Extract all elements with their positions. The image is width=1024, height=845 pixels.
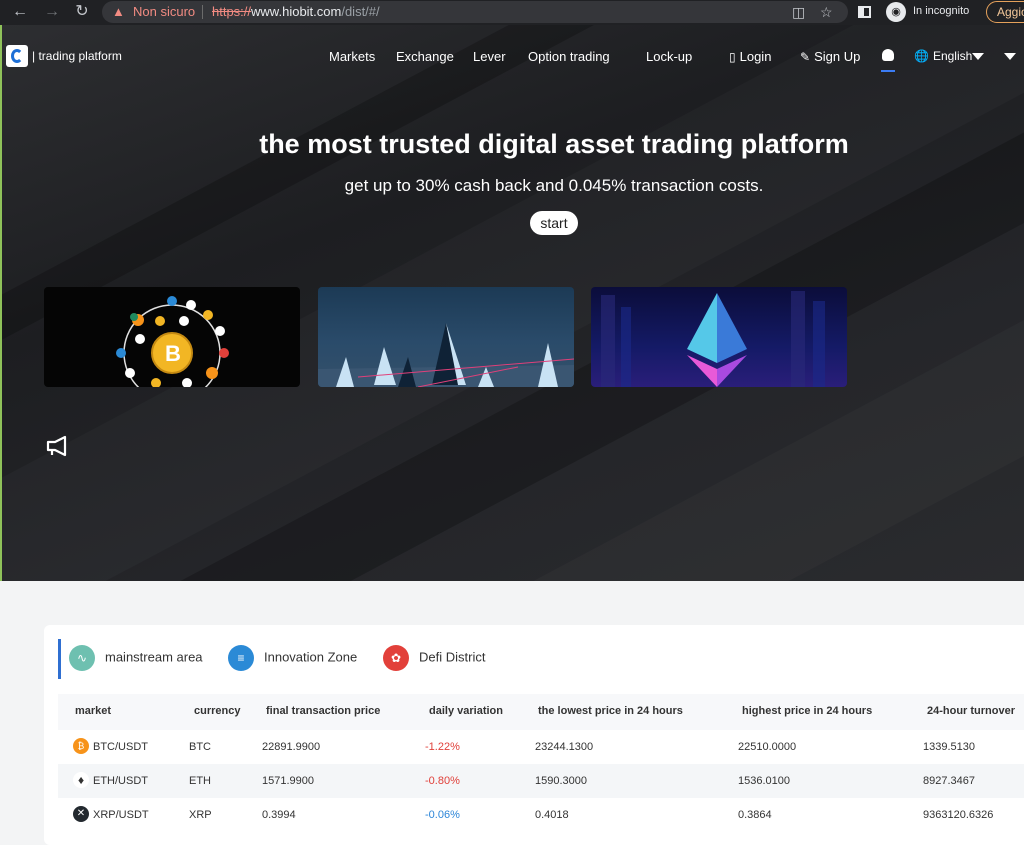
low-cell: 23244.1300 (535, 741, 594, 753)
turnover-cell: 8927.3467 (923, 775, 975, 787)
coins-illustration: B (116, 296, 229, 387)
turnover-cell: 1339.5130 (923, 741, 975, 753)
forward-icon[interactable]: → (42, 3, 62, 21)
xrp-icon: ✕ (73, 806, 89, 822)
low-cell: 0.4018 (535, 809, 569, 821)
hero-headline: the most trusted digital asset trading p… (259, 129, 849, 159)
tab-mainstream-area[interactable]: ∿ mainstream area (69, 645, 203, 671)
currency-cell: BTC (189, 741, 211, 753)
currency-cell: XRP (189, 809, 212, 821)
url-text[interactable]: https://www.hiobit.com/dist/#/ (212, 4, 380, 19)
banner-coins[interactable]: B (44, 287, 300, 387)
nav-markets[interactable]: Markets (329, 49, 375, 64)
col-turnover[interactable]: 24-hour turnover (927, 705, 1015, 717)
start-button[interactable]: start (530, 211, 578, 235)
update-button[interactable]: Aggio (986, 1, 1024, 23)
brand-text[interactable]: | trading platform (32, 49, 122, 63)
banner-ethereum[interactable] (591, 287, 847, 387)
market-cell: ✕ XRP/USDT (73, 806, 149, 823)
chevron-down-icon[interactable] (1004, 53, 1016, 60)
translate-icon[interactable]: ◫ (792, 4, 805, 21)
divider (202, 5, 203, 19)
warning-icon: ▲ (112, 4, 125, 19)
variation-cell: -0.06% (425, 809, 460, 821)
active-indicator (881, 70, 895, 72)
currency-cell: ETH (189, 775, 211, 787)
security-status[interactable]: Non sicuro (133, 4, 195, 19)
tab-innovation-zone[interactable]: ≡ Innovation Zone (228, 645, 357, 671)
language-selector[interactable]: 🌐 English (914, 49, 972, 63)
col-daily-variation[interactable]: daily variation (429, 705, 503, 717)
variation-cell: -0.80% (425, 775, 460, 787)
top-navigation: | trading platform Markets Exchange Leve… (0, 25, 1024, 87)
table-row[interactable]: ✕ XRP/USDT XRP 0.3994 -0.06% 0.4018 0.386… (58, 798, 1024, 832)
price-cell: 1571.9900 (262, 775, 314, 787)
incognito-label: In incognito (913, 5, 970, 17)
back-icon[interactable]: ← (10, 3, 30, 21)
price-cell: 0.3994 (262, 809, 296, 821)
price-cell: 22891.9900 (262, 741, 321, 753)
logo-icon[interactable] (6, 45, 28, 67)
col-final-price[interactable]: final transaction price (266, 705, 380, 717)
col-market[interactable]: market (75, 705, 111, 717)
stack-icon: ≡ (228, 645, 254, 671)
nav-exchange[interactable]: Exchange (396, 49, 454, 64)
defi-icon: ✿ (383, 645, 409, 671)
edit-icon: ✎ (800, 50, 811, 64)
page-edge (0, 25, 2, 581)
col-lowest-price[interactable]: the lowest price in 24 hours (538, 705, 683, 717)
login-link[interactable]: ▯ Login (729, 49, 771, 64)
wave-icon: ∿ (69, 645, 95, 671)
nav-lock-up[interactable]: Lock-up (646, 49, 692, 64)
reload-icon[interactable]: ↻ (72, 3, 92, 21)
market-tabs: ∿ mainstream area ≡ Innovation Zone ✿ Defi … (58, 639, 1024, 679)
market-cell: ₿ BTC/USDT (73, 738, 148, 755)
user-avatar-icon[interactable] (882, 49, 894, 61)
crystals-illustration (318, 323, 574, 387)
variation-cell: -1.22% (425, 741, 460, 753)
tab-defi-district[interactable]: ✿ Defi District (383, 645, 485, 671)
side-panel-icon[interactable] (858, 6, 871, 18)
low-cell: 1590.3000 (535, 775, 587, 787)
hero-subline: get up to 30% cash back and 0.045% trans… (344, 176, 764, 195)
svg-text:B: B (165, 341, 181, 366)
address-bar[interactable]: ▲ Non sicuro https://www.hiobit.com/dist… (102, 1, 848, 23)
hero-section: | trading platform Markets Exchange Leve… (0, 25, 1024, 581)
turnover-cell: 9363120.6326 (923, 809, 994, 821)
high-cell: 1536.0100 (738, 775, 790, 787)
table-row[interactable]: ₿ BTC/USDT BTC 22891.9900 -1.22% 23244.13… (58, 730, 1024, 764)
chevron-down-icon[interactable] (972, 53, 984, 60)
ethereum-icon: ♦ (73, 772, 89, 788)
nav-lever[interactable]: Lever (473, 49, 506, 64)
megaphone-icon (46, 435, 67, 457)
high-cell: 22510.0000 (738, 741, 797, 753)
globe-icon: 🌐 (914, 49, 929, 63)
ethereum-illustration (601, 291, 825, 387)
browser-toolbar: ← → ↻ ▲ Non sicuro https://www.hiobit.co… (0, 0, 1024, 25)
col-highest-price[interactable]: highest price in 24 hours (742, 705, 872, 717)
nav-option-trading[interactable]: Option trading (528, 49, 610, 64)
table-header: market currency final transaction price … (58, 694, 1024, 730)
phone-icon: ▯ (729, 50, 736, 64)
table-row[interactable]: ♦ ETH/USDT ETH 1571.9900 -0.80% 1590.3000… (58, 764, 1024, 798)
high-cell: 0.3864 (738, 809, 772, 821)
bitcoin-icon: ₿ (73, 738, 89, 754)
banner-crystals[interactable] (318, 287, 574, 387)
market-cell: ♦ ETH/USDT (73, 772, 148, 789)
market-card: ∿ mainstream area ≡ Innovation Zone ✿ Defi … (44, 625, 1024, 845)
star-icon[interactable]: ☆ (820, 4, 833, 21)
col-currency[interactable]: currency (194, 705, 240, 717)
signup-link[interactable]: ✎ Sign Up (800, 49, 860, 64)
incognito-icon: ◉ (886, 2, 906, 22)
